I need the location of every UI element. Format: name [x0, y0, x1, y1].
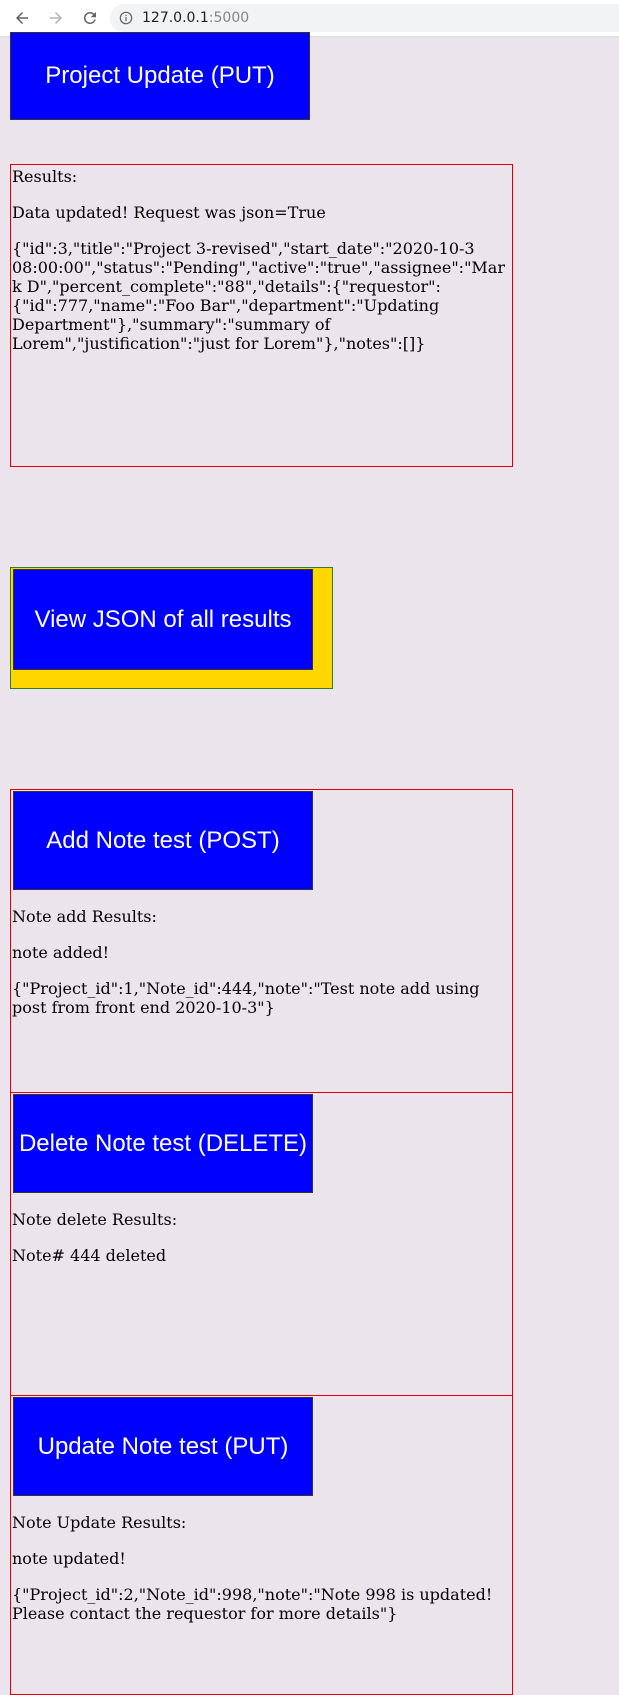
delete-note-panel: Delete Note test (DELETE) Note delete Re… — [10, 1092, 513, 1396]
results-json: {"id":3,"title":"Project 3-revised","sta… — [12, 239, 505, 353]
results-label: Results: — [12, 167, 78, 186]
project-update-button[interactable]: Project Update (PUT) — [10, 32, 310, 120]
project-update-results-panel: Results: Data updated! Request was json=… — [10, 164, 513, 467]
results-message: Data updated! Request was json=True — [12, 203, 326, 222]
update-note-button[interactable]: Update Note test (PUT) — [13, 1397, 313, 1496]
update-note-results-label: Note Update Results: — [12, 1513, 187, 1532]
delete-note-button[interactable]: Delete Note test (DELETE) — [13, 1094, 313, 1193]
add-note-button[interactable]: Add Note test (POST) — [13, 791, 313, 890]
forward-arrow-icon[interactable] — [44, 6, 68, 30]
url-text: 127.0.0.1:5000 — [142, 10, 249, 26]
back-arrow-icon[interactable] — [10, 6, 34, 30]
address-bar[interactable]: 127.0.0.1:5000 — [110, 4, 619, 32]
url-port: :5000 — [208, 10, 250, 26]
info-icon[interactable] — [118, 10, 134, 26]
view-json-button[interactable]: View JSON of all results — [13, 569, 313, 670]
delete-note-message: Note# 444 deleted — [12, 1246, 167, 1265]
url-host: 127.0.0.1 — [142, 10, 209, 26]
update-note-panel: Update Note test (PUT) Note Update Resul… — [10, 1395, 513, 1695]
view-json-container: View JSON of all results — [10, 567, 333, 689]
add-note-results-label: Note add Results: — [12, 907, 157, 926]
reload-icon[interactable] — [78, 6, 102, 30]
add-note-message: note added! — [12, 943, 110, 962]
page-content: Project Update (PUT) Results: Data updat… — [0, 32, 619, 1695]
update-note-message: note updated! — [12, 1549, 126, 1568]
update-note-json: {"Project_id":2,"Note_id":998,"note":"No… — [12, 1585, 493, 1623]
add-note-panel: Add Note test (POST) Note add Results: n… — [10, 789, 513, 1093]
add-note-json: {"Project_id":1,"Note_id":444,"note":"Te… — [12, 979, 480, 1017]
delete-note-results-label: Note delete Results: — [12, 1210, 178, 1229]
